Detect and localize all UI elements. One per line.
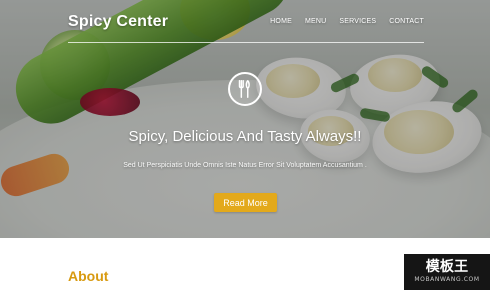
watermark-domain: MOBANWANG.COM	[414, 276, 480, 284]
nav-item-services[interactable]: SERVICES	[339, 18, 376, 25]
hero-title: Spicy, Delicious And Tasty Always!!	[128, 128, 362, 145]
site-logo[interactable]: Spicy Center	[68, 13, 168, 31]
header-divider	[68, 42, 424, 43]
read-more-button[interactable]: Read More	[214, 193, 277, 212]
nav-item-contact[interactable]: CONTACT	[389, 18, 424, 25]
hero-subtitle: Sed Ut Perspiciatis Unde Omnis Iste Natu…	[123, 162, 367, 169]
watermark-badge: 模板王 MOBANWANG.COM	[404, 254, 490, 290]
hero-banner: Spicy Center HOME MENU SERVICES CONTACT …	[0, 0, 490, 238]
watermark-title: 模板王	[425, 259, 469, 276]
nav-item-menu[interactable]: MENU	[305, 18, 326, 25]
about-heading: About	[68, 268, 109, 284]
nav-item-home[interactable]: HOME	[270, 18, 292, 25]
main-nav: HOME MENU SERVICES CONTACT	[270, 18, 424, 25]
cutlery-icon	[228, 72, 262, 106]
